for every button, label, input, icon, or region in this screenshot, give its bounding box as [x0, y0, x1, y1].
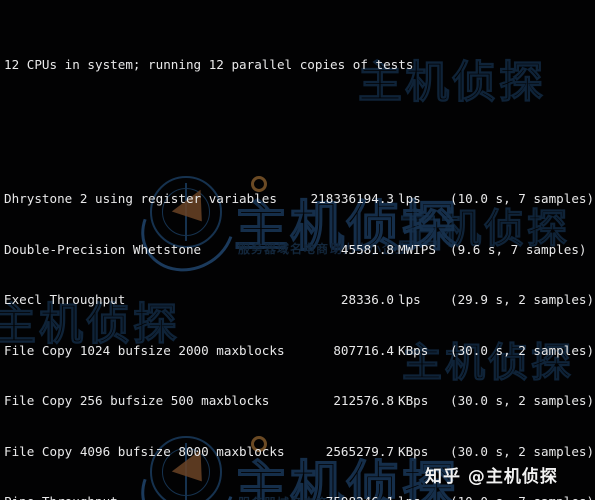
benchmark-unit: lps: [398, 292, 421, 308]
benchmark-row: File Copy 4096 bufsize 8000 maxblocks 256…: [4, 444, 595, 461]
benchmark-name: File Copy 1024 bufsize 2000 maxblocks: [4, 342, 285, 358]
benchmark-row: Execl Throughput 28336.0 lps (29.9 s, 2 sam…: [4, 292, 595, 309]
benchmark-unit: lps: [398, 191, 421, 207]
benchmark-timing: (10.0 s, 7 samples): [450, 191, 595, 207]
benchmark-timing: (10.0 s, 7 samples): [450, 494, 595, 500]
benchmark-row: File Copy 1024 bufsize 2000 maxblocks 807…: [4, 343, 595, 360]
cpu-header-line: 12 CPUs in system; running 12 parallel c…: [4, 56, 414, 72]
terminal-output: 12 CPUs in system; running 12 parallel c…: [0, 0, 595, 500]
benchmark-timing: (9.6 s, 7 samples): [450, 241, 587, 257]
benchmark-timing: (30.0 s, 2 samples): [450, 393, 595, 409]
benchmark-name: Execl Throughput: [4, 292, 126, 308]
benchmark-value: 7598246.1: [300, 494, 394, 500]
benchmark-timing: (29.9 s, 2 samples): [450, 292, 595, 308]
benchmark-timing: (30.0 s, 2 samples): [450, 342, 595, 358]
benchmark-name: Pipe Throughput: [4, 494, 300, 500]
benchmark-value: 2565279.7: [325, 443, 394, 459]
benchmark-name: File Copy 4096 bufsize 8000 maxblocks: [4, 443, 285, 459]
benchmark-unit: KBps: [398, 342, 429, 358]
terminal-screenshot: 主机侦探 主机侦探 主机侦探 主机侦探 主机侦探 服务器域名电商 助力中小企业 …: [0, 0, 595, 500]
benchmark-unit: KBps: [398, 443, 429, 459]
benchmark-name: Double-Precision Whetstone: [4, 241, 202, 257]
benchmark-value: 45581.8: [340, 241, 394, 257]
benchmark-name: File Copy 256 bufsize 500 maxblocks: [4, 393, 270, 409]
benchmark-unit: lps: [394, 494, 450, 500]
benchmark-unit: MWIPS: [398, 241, 436, 257]
benchmark-row: File Copy 256 bufsize 500 maxblocks 21257…: [4, 393, 595, 410]
benchmark-row: Pipe Throughput7598246.1lps(10.0 s, 7 sa…: [4, 494, 595, 500]
zhihu-signature-watermark: 知乎 @主机侦探: [425, 467, 558, 487]
benchmark-value: 218336194.3: [310, 191, 394, 207]
benchmark-unit: KBps: [398, 393, 429, 409]
benchmark-timing: (30.0 s, 2 samples): [450, 443, 595, 459]
benchmark-value: 212576.8: [333, 393, 394, 409]
benchmark-value: 28336.0: [340, 292, 394, 308]
benchmark-name: Dhrystone 2 using register variables: [4, 191, 277, 207]
benchmark-row: Double-Precision Whetstone 45581.8 MWIPS (9…: [4, 242, 595, 259]
benchmark-row: Dhrystone 2 using register variables 2183…: [4, 191, 595, 208]
benchmark-value: 807716.4: [333, 342, 394, 358]
